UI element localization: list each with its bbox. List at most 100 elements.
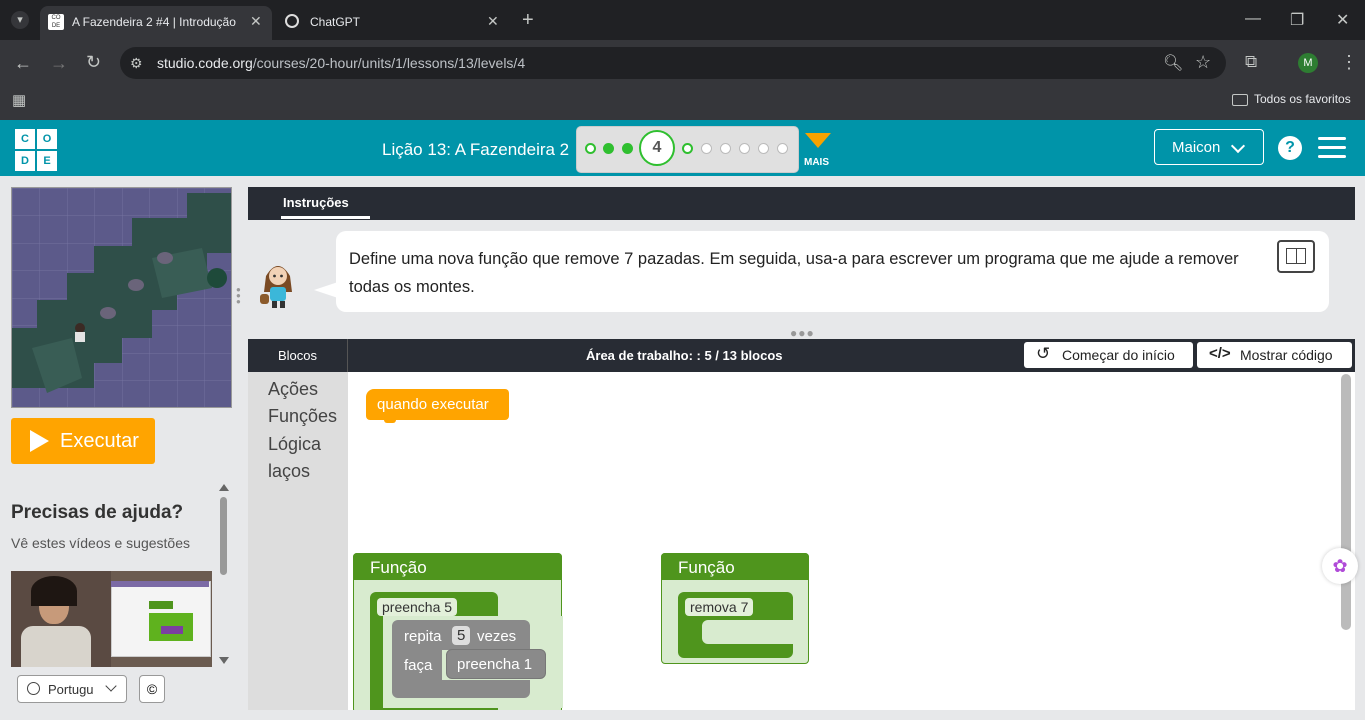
window-close-icon[interactable]: ✕ <box>1336 10 1349 30</box>
extensions-icon[interactable]: ⧉ <box>1245 52 1257 72</box>
tab-title: ChatGPT <box>310 15 361 29</box>
reset-label: Começar do início <box>1062 347 1175 363</box>
chevron-down-icon <box>105 680 117 692</box>
category-acoes[interactable]: Ações <box>268 379 318 400</box>
active-tab-underline <box>281 216 370 219</box>
tab-chatgpt[interactable]: ChatGPT ✕ <box>275 6 511 40</box>
tab-fazendeira[interactable]: CO DE A Fazendeira 2 #4 | Introdução ✕ <box>40 6 272 40</box>
chatgpt-favicon <box>285 14 299 28</box>
speech-bubble-tail <box>314 282 338 298</box>
codeorg-favicon: CO DE <box>48 14 64 30</box>
text-to-speech-icon[interactable] <box>1277 240 1315 273</box>
function-body-slot <box>702 620 794 644</box>
workspace-scrollbar[interactable] <box>1341 374 1351 630</box>
level-dot[interactable] <box>720 143 731 154</box>
panel-resize-handle[interactable]: ●●● <box>790 326 815 340</box>
help-scrollbar[interactable] <box>217 482 230 668</box>
level-progress: 4 <box>576 126 799 173</box>
tab-search-icon[interactable]: ▾ <box>11 11 29 29</box>
function-header: Função <box>678 558 735 577</box>
logo-letter: E <box>37 151 57 171</box>
function-name-label[interactable]: remova 7 <box>685 598 754 616</box>
all-bookmarks[interactable]: Todos os favoritos <box>1232 92 1351 106</box>
tab-instructions[interactable]: Instruções <box>283 195 349 210</box>
url-text[interactable]: studio.code.org/courses/20-hour/units/1/… <box>157 55 525 71</box>
logo-letter: D <box>15 151 35 171</box>
user-menu-button[interactable]: Maicon <box>1154 129 1264 165</box>
maze-map <box>12 188 231 407</box>
block-workspace[interactable]: quando executar Função preencha 5 repita… <box>348 372 1355 710</box>
copyright-icon[interactable]: © <box>139 675 165 703</box>
language-value: Portugu <box>48 682 94 697</box>
bookmarks-bar <box>0 86 1365 120</box>
function-definition-remova[interactable]: Função remova 7 <box>661 553 809 664</box>
ai-assistant-icon[interactable]: ✿ <box>1322 548 1358 584</box>
url-host: studio.code.org <box>157 55 253 71</box>
help-video-thumbnail[interactable] <box>11 571 212 667</box>
repeat-label: repita <box>404 628 442 645</box>
level-dot[interactable] <box>739 143 750 154</box>
reload-icon[interactable]: ↻ <box>86 52 101 73</box>
scroll-up-icon[interactable] <box>219 484 229 491</box>
url-path: /courses/20-hour/units/1/lessons/13/leve… <box>252 55 526 71</box>
forward-icon[interactable]: → <box>50 53 68 74</box>
run-button[interactable]: Executar <box>11 418 155 464</box>
bookmark-star-icon[interactable]: ☆ <box>1195 52 1211 73</box>
current-level-bubble[interactable]: 4 <box>639 130 675 166</box>
level-dot[interactable] <box>585 143 596 154</box>
category-funcoes[interactable]: Funções <box>268 406 337 427</box>
more-arrow-icon[interactable] <box>805 133 831 148</box>
function-definition-preencha[interactable]: Função preencha 5 repita 5 vezes faça pr… <box>353 553 563 710</box>
scroll-down-icon[interactable] <box>219 657 229 664</box>
minimize-icon[interactable]: — <box>1245 10 1261 28</box>
logo-letter: O <box>37 129 57 149</box>
level-dot[interactable] <box>701 143 712 154</box>
toolbox: Ações Funções Lógica laços <box>248 372 348 710</box>
close-icon[interactable]: ✕ <box>487 13 499 30</box>
when-run-block[interactable]: quando executar <box>366 389 509 420</box>
do-label: faça <box>404 657 433 674</box>
show-code-label: Mostrar código <box>1240 347 1333 363</box>
show-code-button[interactable]: </> Mostrar código <box>1197 342 1352 368</box>
site-info-icon[interactable]: ⚙ <box>130 55 143 72</box>
scroll-thumb[interactable] <box>220 497 227 575</box>
zoom-icon[interactable]: 🔍︎ <box>1163 53 1183 73</box>
lesson-title[interactable]: Lição 13: A Fazendeira 2 <box>382 140 569 160</box>
apps-grid-icon[interactable]: ▦ <box>12 91 26 109</box>
help-subtitle: Vê estes vídeos e sugestões <box>11 535 190 551</box>
browser-menu-icon[interactable]: ⋮ <box>1340 52 1358 73</box>
chevron-down-icon <box>1230 138 1246 154</box>
new-tab-icon[interactable]: + <box>522 9 534 32</box>
panel-resize-handle[interactable]: ●●● <box>236 286 241 307</box>
help-icon[interactable]: ? <box>1278 136 1302 160</box>
reset-button[interactable]: ↺ Começar do início <box>1024 342 1193 368</box>
category-lacos[interactable]: laços <box>268 461 310 482</box>
function-name-label[interactable]: preencha 5 <box>377 598 458 616</box>
instructions-header <box>248 187 1355 220</box>
tab-title: A Fazendeira 2 #4 | Introdução <box>72 15 236 29</box>
hamburger-menu-icon[interactable] <box>1318 137 1346 159</box>
play-icon <box>30 430 49 452</box>
codeorg-logo[interactable]: C O D E <box>15 129 57 171</box>
close-icon[interactable]: ✕ <box>250 13 262 30</box>
call-label: preencha 1 <box>457 656 533 673</box>
restore-icon[interactable]: ❐ <box>1290 10 1304 30</box>
code-icon: </> <box>1209 345 1231 362</box>
level-dot[interactable] <box>777 143 788 154</box>
farmer-avatar <box>258 258 298 310</box>
language-select[interactable]: Portugu <box>17 675 127 703</box>
level-dot[interactable] <box>682 143 693 154</box>
more-label[interactable]: MAIS <box>804 157 829 168</box>
help-title: Precisas de ajuda? <box>11 502 184 523</box>
level-dot[interactable] <box>758 143 769 154</box>
run-label: Executar <box>60 430 139 452</box>
workspace-title: Área de trabalho: : 5 / 13 blocos <box>586 348 783 363</box>
category-logica[interactable]: Lógica <box>268 434 321 455</box>
reset-icon: ↺ <box>1036 344 1051 363</box>
level-dot[interactable] <box>622 143 633 154</box>
level-dot[interactable] <box>603 143 614 154</box>
back-icon[interactable]: ← <box>14 53 32 74</box>
profile-avatar[interactable]: M <box>1298 53 1318 73</box>
globe-icon <box>27 682 40 695</box>
repeat-count-field[interactable]: 5 <box>452 626 471 645</box>
